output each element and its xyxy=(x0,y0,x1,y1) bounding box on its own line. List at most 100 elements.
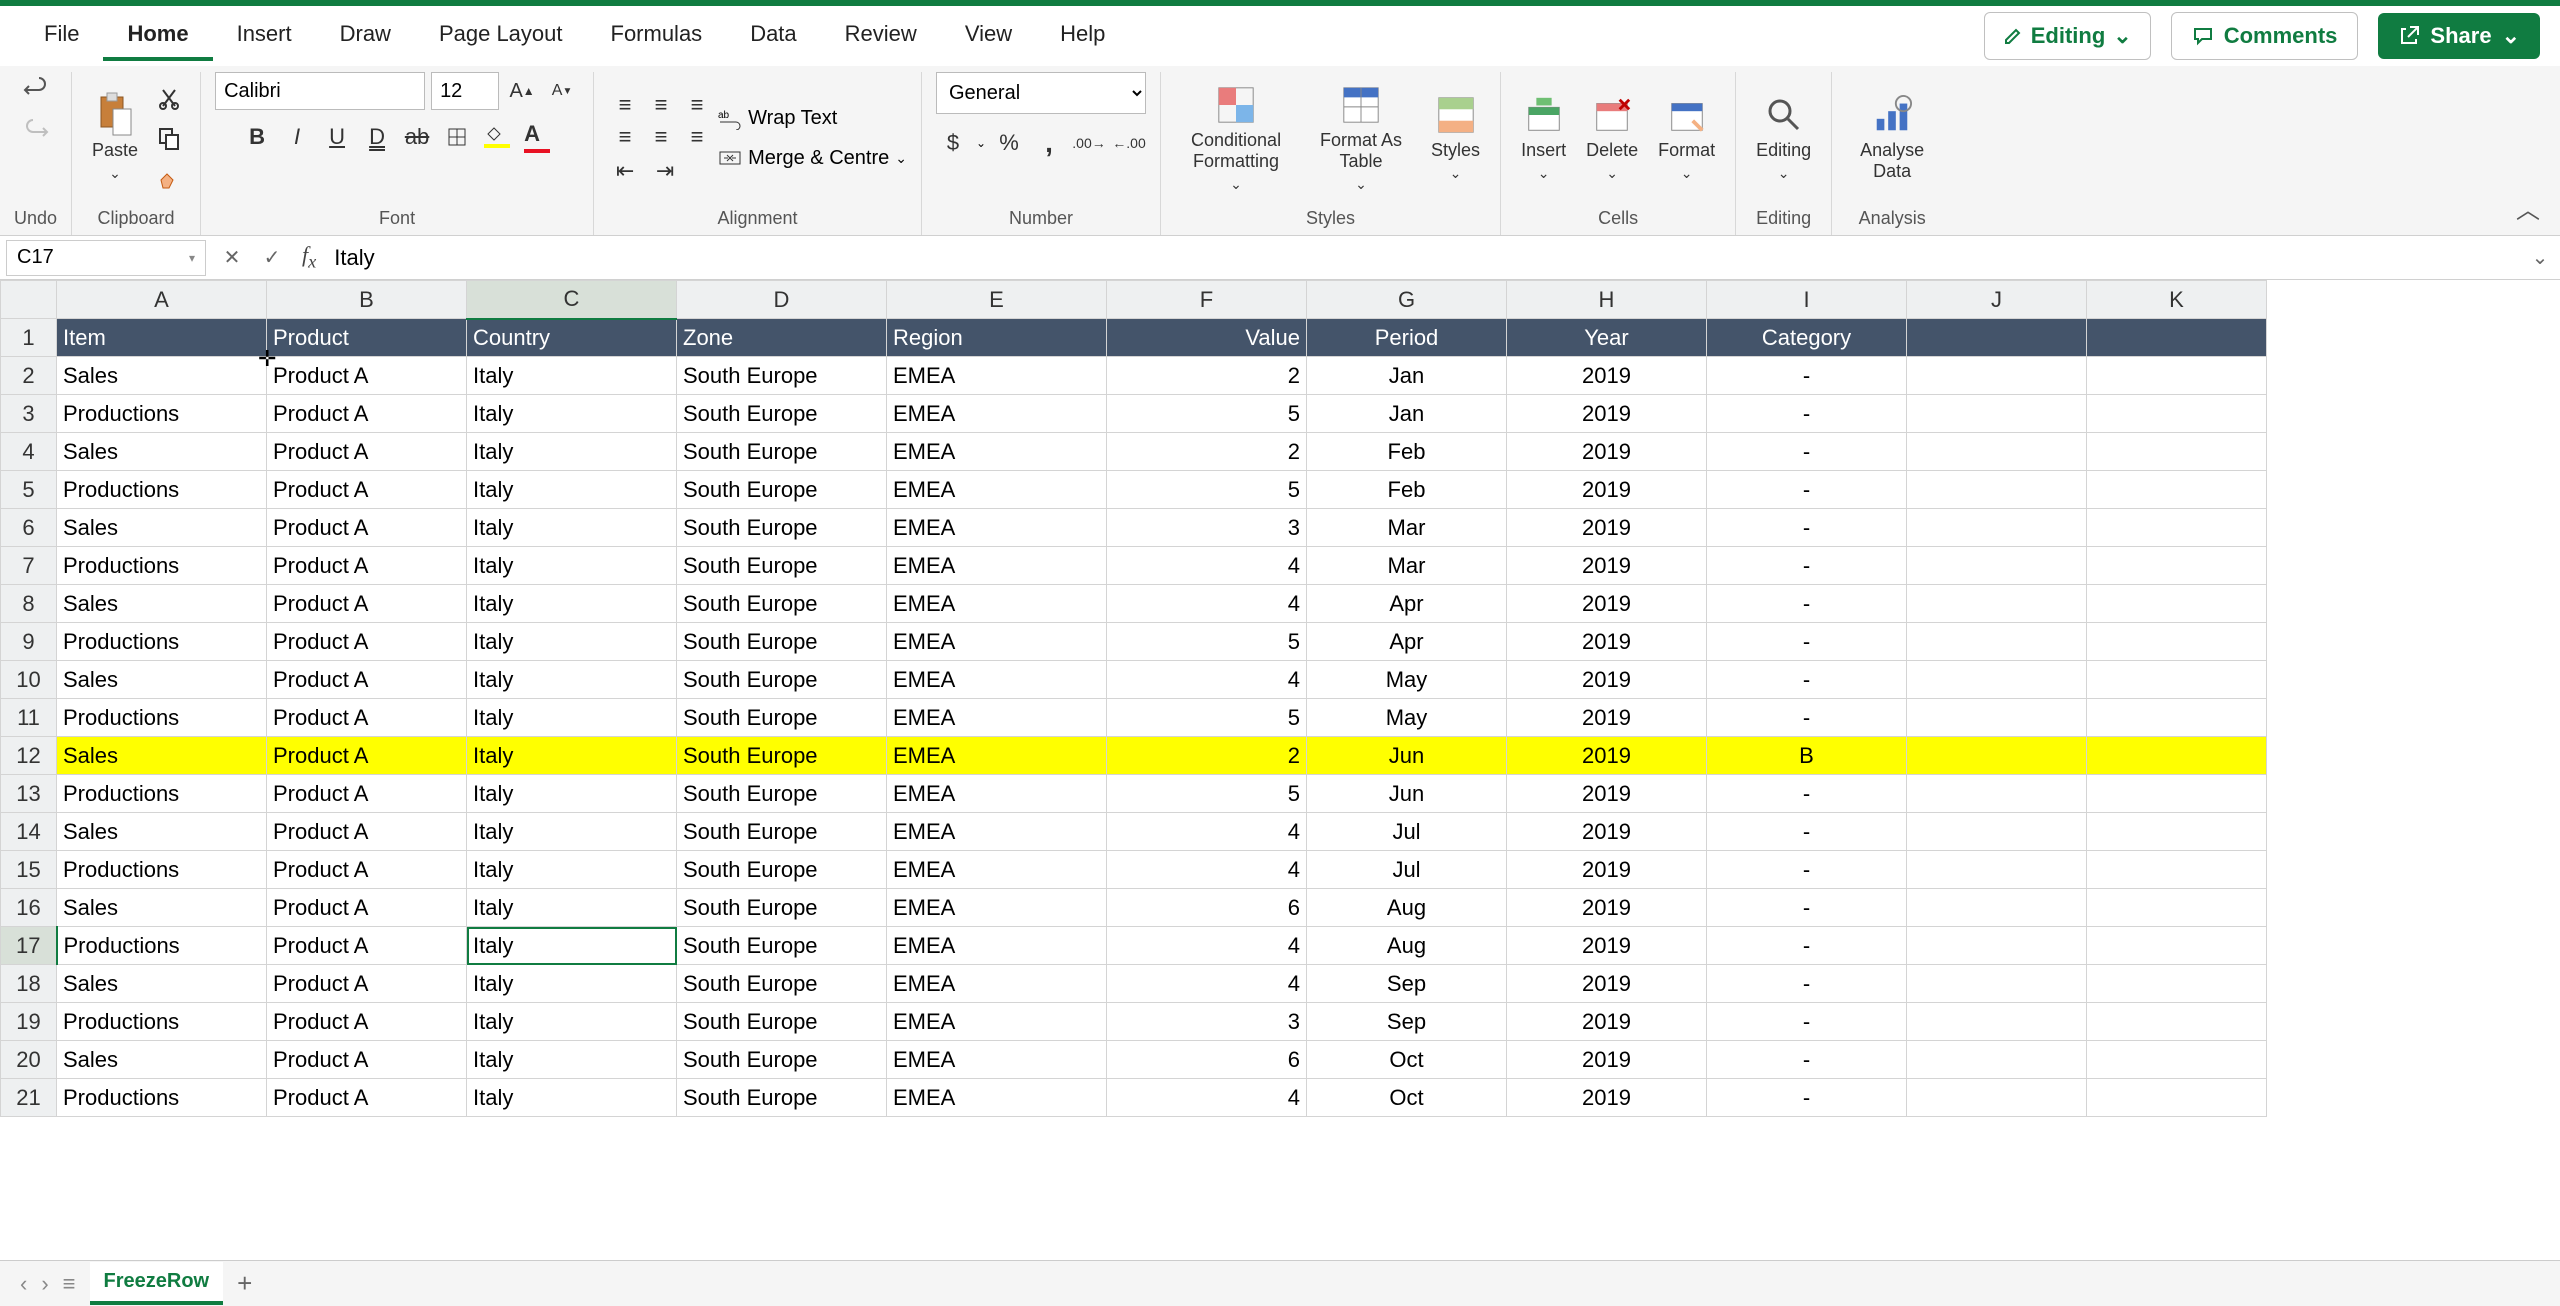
row-header[interactable]: 6 xyxy=(1,509,57,547)
cell[interactable]: EMEA xyxy=(887,471,1107,509)
decrease-indent-button[interactable]: ⇤ xyxy=(608,154,642,188)
cell[interactable]: Productions xyxy=(57,1079,267,1117)
cell[interactable]: Jul xyxy=(1307,813,1507,851)
cell[interactable]: South Europe xyxy=(677,509,887,547)
cell[interactable]: EMEA xyxy=(887,661,1107,699)
column-header-G[interactable]: G xyxy=(1307,281,1507,319)
cell[interactable]: 4 xyxy=(1107,585,1307,623)
cell[interactable]: Product A xyxy=(267,1003,467,1041)
cell[interactable] xyxy=(1907,509,2087,547)
cell[interactable]: Productions xyxy=(57,471,267,509)
cell[interactable]: Sales xyxy=(57,737,267,775)
cell[interactable]: Value xyxy=(1107,319,1307,357)
cell[interactable] xyxy=(1907,813,2087,851)
cell[interactable]: Sales xyxy=(57,813,267,851)
add-sheet-button[interactable]: + xyxy=(237,1268,252,1299)
cell[interactable]: 2 xyxy=(1107,737,1307,775)
cell[interactable]: 2 xyxy=(1107,433,1307,471)
cell[interactable]: Product A xyxy=(267,1041,467,1079)
cell[interactable]: Mar xyxy=(1307,547,1507,585)
cell[interactable]: 2019 xyxy=(1507,585,1707,623)
cell[interactable]: Sep xyxy=(1307,965,1507,1003)
menu-tab-review[interactable]: Review xyxy=(821,11,941,61)
cell[interactable]: Product A xyxy=(267,775,467,813)
cell[interactable]: Product A xyxy=(267,851,467,889)
cell[interactable]: Product A xyxy=(267,547,467,585)
menu-tab-page-layout[interactable]: Page Layout xyxy=(415,11,587,61)
fx-icon[interactable]: fx xyxy=(292,242,326,272)
collapse-ribbon-button[interactable]: ︿ xyxy=(2496,190,2560,225)
font-size-select[interactable] xyxy=(431,72,499,110)
row-header[interactable]: 8 xyxy=(1,585,57,623)
menu-tab-home[interactable]: Home xyxy=(103,11,212,61)
cell[interactable]: EMEA xyxy=(887,737,1107,775)
cell[interactable] xyxy=(2087,699,2267,737)
cell[interactable]: South Europe xyxy=(677,927,887,965)
menu-tab-formulas[interactable]: Formulas xyxy=(587,11,727,61)
cell[interactable]: South Europe xyxy=(677,775,887,813)
align-left-button[interactable]: ≡ xyxy=(608,120,642,154)
cell[interactable]: Italy xyxy=(467,851,677,889)
cell[interactable]: Sales xyxy=(57,889,267,927)
cell[interactable]: Zone xyxy=(677,319,887,357)
cell[interactable]: Italy xyxy=(467,623,677,661)
cell[interactable]: Product A xyxy=(267,927,467,965)
cell[interactable]: EMEA xyxy=(887,547,1107,585)
accounting-format-button[interactable]: $ xyxy=(936,126,970,160)
cell[interactable]: - xyxy=(1707,775,1907,813)
cell[interactable]: South Europe xyxy=(677,547,887,585)
cell[interactable] xyxy=(1907,319,2087,357)
cell[interactable]: 2019 xyxy=(1507,737,1707,775)
wrap-text-button[interactable]: ab Wrap Text xyxy=(718,106,907,130)
cell[interactable] xyxy=(2087,737,2267,775)
cell[interactable]: - xyxy=(1707,585,1907,623)
cell[interactable]: Product A xyxy=(267,889,467,927)
cell[interactable]: Italy xyxy=(467,699,677,737)
increase-font-button[interactable]: A▲ xyxy=(505,74,539,108)
cell[interactable]: Country xyxy=(467,319,677,357)
cell[interactable]: Aug xyxy=(1307,889,1507,927)
row-header[interactable]: 18 xyxy=(1,965,57,1003)
cell[interactable] xyxy=(1907,737,2087,775)
cell[interactable]: Italy xyxy=(467,737,677,775)
cell[interactable] xyxy=(2087,1003,2267,1041)
expand-formula-bar-button[interactable]: ⌄ xyxy=(2520,245,2560,270)
cancel-formula-button[interactable]: ✕ xyxy=(212,245,252,270)
cell[interactable]: Italy xyxy=(467,661,677,699)
cell[interactable]: Jun xyxy=(1307,737,1507,775)
cell[interactable] xyxy=(1907,1079,2087,1117)
cell[interactable] xyxy=(1907,699,2087,737)
cell[interactable]: Product A xyxy=(267,433,467,471)
percent-format-button[interactable]: % xyxy=(992,126,1026,160)
cell[interactable] xyxy=(2087,775,2267,813)
row-header[interactable]: 9 xyxy=(1,623,57,661)
cell[interactable]: South Europe xyxy=(677,851,887,889)
align-right-button[interactable]: ≡ xyxy=(680,120,714,154)
cell[interactable]: 2019 xyxy=(1507,661,1707,699)
cell[interactable]: Italy xyxy=(467,547,677,585)
column-header-D[interactable]: D xyxy=(677,281,887,319)
cell[interactable] xyxy=(1907,851,2087,889)
cell[interactable]: - xyxy=(1707,1079,1907,1117)
cell[interactable]: 4 xyxy=(1107,661,1307,699)
cell[interactable]: Italy xyxy=(467,585,677,623)
cell[interactable]: 5 xyxy=(1107,775,1307,813)
format-as-table-button[interactable]: Format As Table ⌄ xyxy=(1305,80,1417,197)
double-underline-button[interactable]: D xyxy=(360,120,394,154)
cell[interactable]: Region xyxy=(887,319,1107,357)
cell[interactable]: Italy xyxy=(467,1003,677,1041)
cell[interactable]: 2019 xyxy=(1507,889,1707,927)
row-header[interactable]: 2 xyxy=(1,357,57,395)
cell[interactable]: B xyxy=(1707,737,1907,775)
row-header[interactable]: 11 xyxy=(1,699,57,737)
menu-tab-data[interactable]: Data xyxy=(726,11,820,61)
cell[interactable]: South Europe xyxy=(677,357,887,395)
cell[interactable]: South Europe xyxy=(677,471,887,509)
menu-tab-insert[interactable]: Insert xyxy=(213,11,316,61)
cell[interactable]: 2019 xyxy=(1507,965,1707,1003)
cell[interactable]: EMEA xyxy=(887,699,1107,737)
row-header[interactable]: 3 xyxy=(1,395,57,433)
row-header[interactable]: 17 xyxy=(1,927,57,965)
number-format-select[interactable]: General xyxy=(936,72,1146,114)
cell[interactable]: EMEA xyxy=(887,395,1107,433)
